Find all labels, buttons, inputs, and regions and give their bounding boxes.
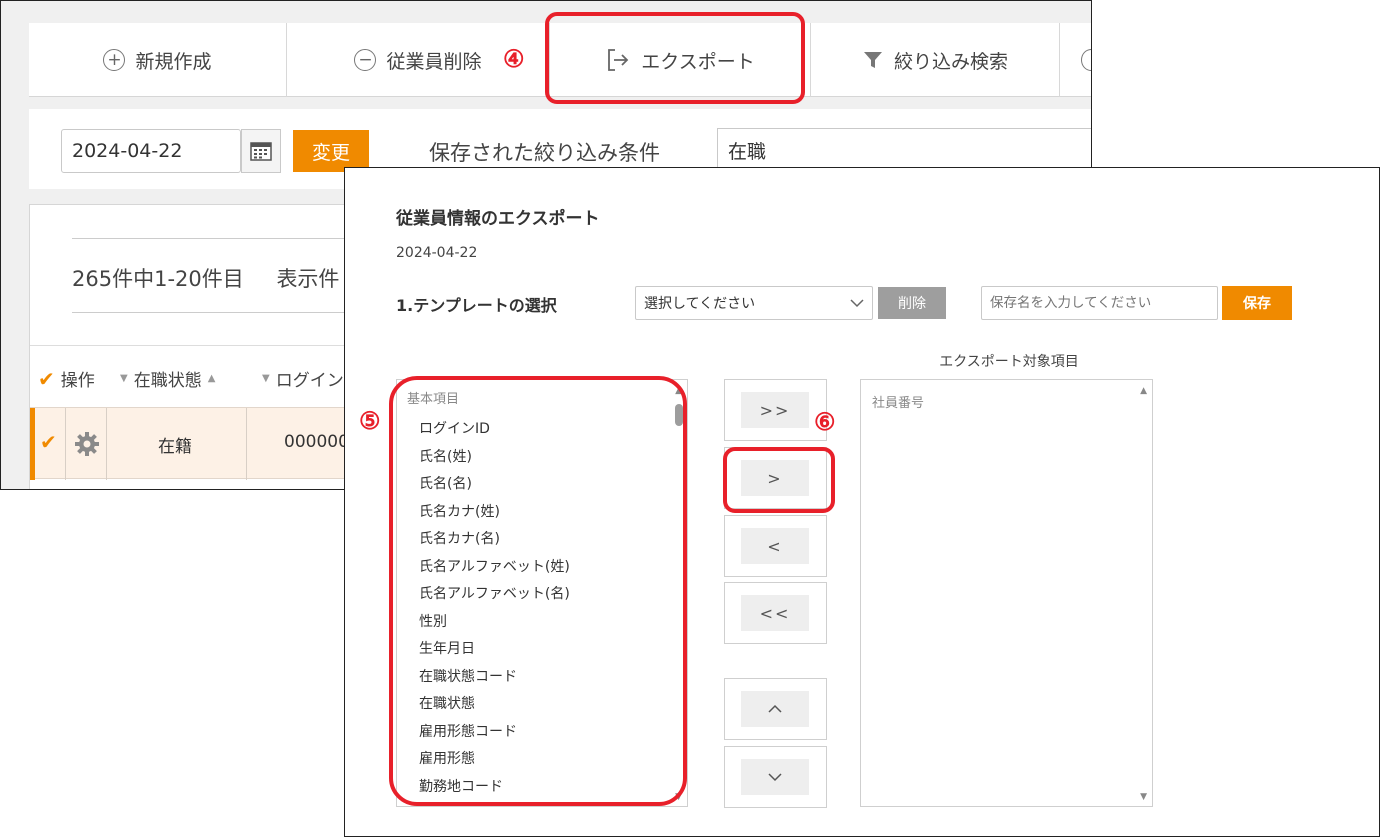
- template-delete-button[interactable]: 削除: [878, 287, 946, 319]
- step-6-marker: ⑥: [814, 407, 836, 436]
- filter-triangle-icon: ▼: [262, 373, 270, 384]
- template-save-button[interactable]: 保存: [1222, 286, 1292, 320]
- result-count: 265件中1-20件目 表示件: [72, 263, 339, 293]
- add-all-button[interactable]: >>: [724, 379, 827, 441]
- move-down-button[interactable]: [724, 746, 827, 808]
- column-header: 在職状態: [133, 371, 202, 391]
- template-select-value: 選択してください: [644, 296, 756, 312]
- scroll-down-icon[interactable]: ▼: [1140, 792, 1147, 802]
- header-select-all[interactable]: ✔ 操作: [38, 366, 95, 392]
- export-target-label: エクスポート対象項目: [939, 354, 1079, 370]
- plus-circle-icon: +: [103, 49, 126, 71]
- move-up-button[interactable]: [724, 678, 827, 740]
- calendar-button[interactable]: [241, 129, 281, 173]
- template-select[interactable]: 選択してください: [635, 286, 873, 320]
- result-count-text: 265件中1-20件目: [72, 267, 244, 291]
- circle-icon: [1081, 49, 1091, 71]
- column-header: ログイン: [275, 371, 344, 391]
- cell-login-id: 000000: [284, 432, 349, 452]
- scroll-up-icon[interactable]: ▲: [1140, 386, 1147, 396]
- funnel-icon: [863, 52, 882, 68]
- export-target-list[interactable]: 社員番号 ▲ ▼: [860, 379, 1153, 807]
- chevron-up-icon: [741, 691, 809, 727]
- dialog-date: 2024-04-22: [396, 245, 478, 261]
- add-button-highlight-box: [723, 447, 835, 513]
- remove-all-button[interactable]: <<: [724, 582, 827, 644]
- list-item[interactable]: 社員番号: [872, 392, 924, 411]
- new-button-label: 新規作成: [135, 50, 212, 73]
- divider: [72, 238, 372, 239]
- cell-divider: [106, 408, 107, 480]
- template-name-input[interactable]: [981, 286, 1218, 320]
- saved-conditions-label: 保存された絞り込み条件: [429, 141, 660, 165]
- more-button[interactable]: [1081, 23, 1091, 97]
- remove-label: <: [741, 528, 809, 564]
- cell-divider: [65, 408, 66, 480]
- row-selected-accent: [30, 408, 35, 480]
- display-count-label: 表示件: [276, 267, 340, 291]
- row-checkbox[interactable]: ✔: [40, 430, 57, 454]
- column-header-login[interactable]: ▼ ログイン: [262, 366, 344, 391]
- saved-conditions-select[interactable]: 在職: [717, 128, 1091, 172]
- delete-employee-label: 従業員削除: [386, 50, 482, 73]
- divider: [72, 312, 372, 313]
- template-label: 1.テンプレートの選択: [396, 296, 557, 315]
- toolbar-divider: [1059, 23, 1060, 97]
- column-header: 操作: [60, 371, 95, 391]
- source-list-highlight-box: [389, 376, 687, 806]
- change-button[interactable]: 変更: [293, 130, 369, 172]
- minus-circle-icon: −: [354, 49, 377, 71]
- step-4-marker: ④: [503, 44, 525, 73]
- dialog-title: 従業員情報のエクスポート: [396, 209, 600, 229]
- remove-button[interactable]: <: [724, 515, 827, 577]
- filter-triangle-icon: ▼: [120, 373, 128, 384]
- chevron-down-icon: [850, 299, 864, 308]
- sort-asc-icon: ▲: [207, 373, 216, 384]
- chevron-down-icon: [741, 759, 809, 795]
- step-5-marker: ⑤: [359, 406, 381, 435]
- column-header-status[interactable]: ▼ 在職状態 ▲: [120, 366, 215, 391]
- filter-search-button[interactable]: 絞り込み検索: [811, 23, 1059, 97]
- export-highlight-box: [545, 12, 805, 104]
- remove-all-label: <<: [741, 595, 809, 631]
- date-input[interactable]: 2024-04-22: [61, 129, 241, 173]
- checkmark-icon: ✔: [38, 366, 55, 391]
- add-all-label: >>: [741, 392, 809, 428]
- cell-divider: [246, 408, 247, 480]
- gear-icon[interactable]: [74, 431, 100, 457]
- new-button[interactable]: + 新規作成: [29, 23, 286, 97]
- filter-search-label: 絞り込み検索: [893, 50, 1008, 73]
- calendar-icon: [250, 142, 272, 161]
- cell-status: 在籍: [158, 437, 192, 457]
